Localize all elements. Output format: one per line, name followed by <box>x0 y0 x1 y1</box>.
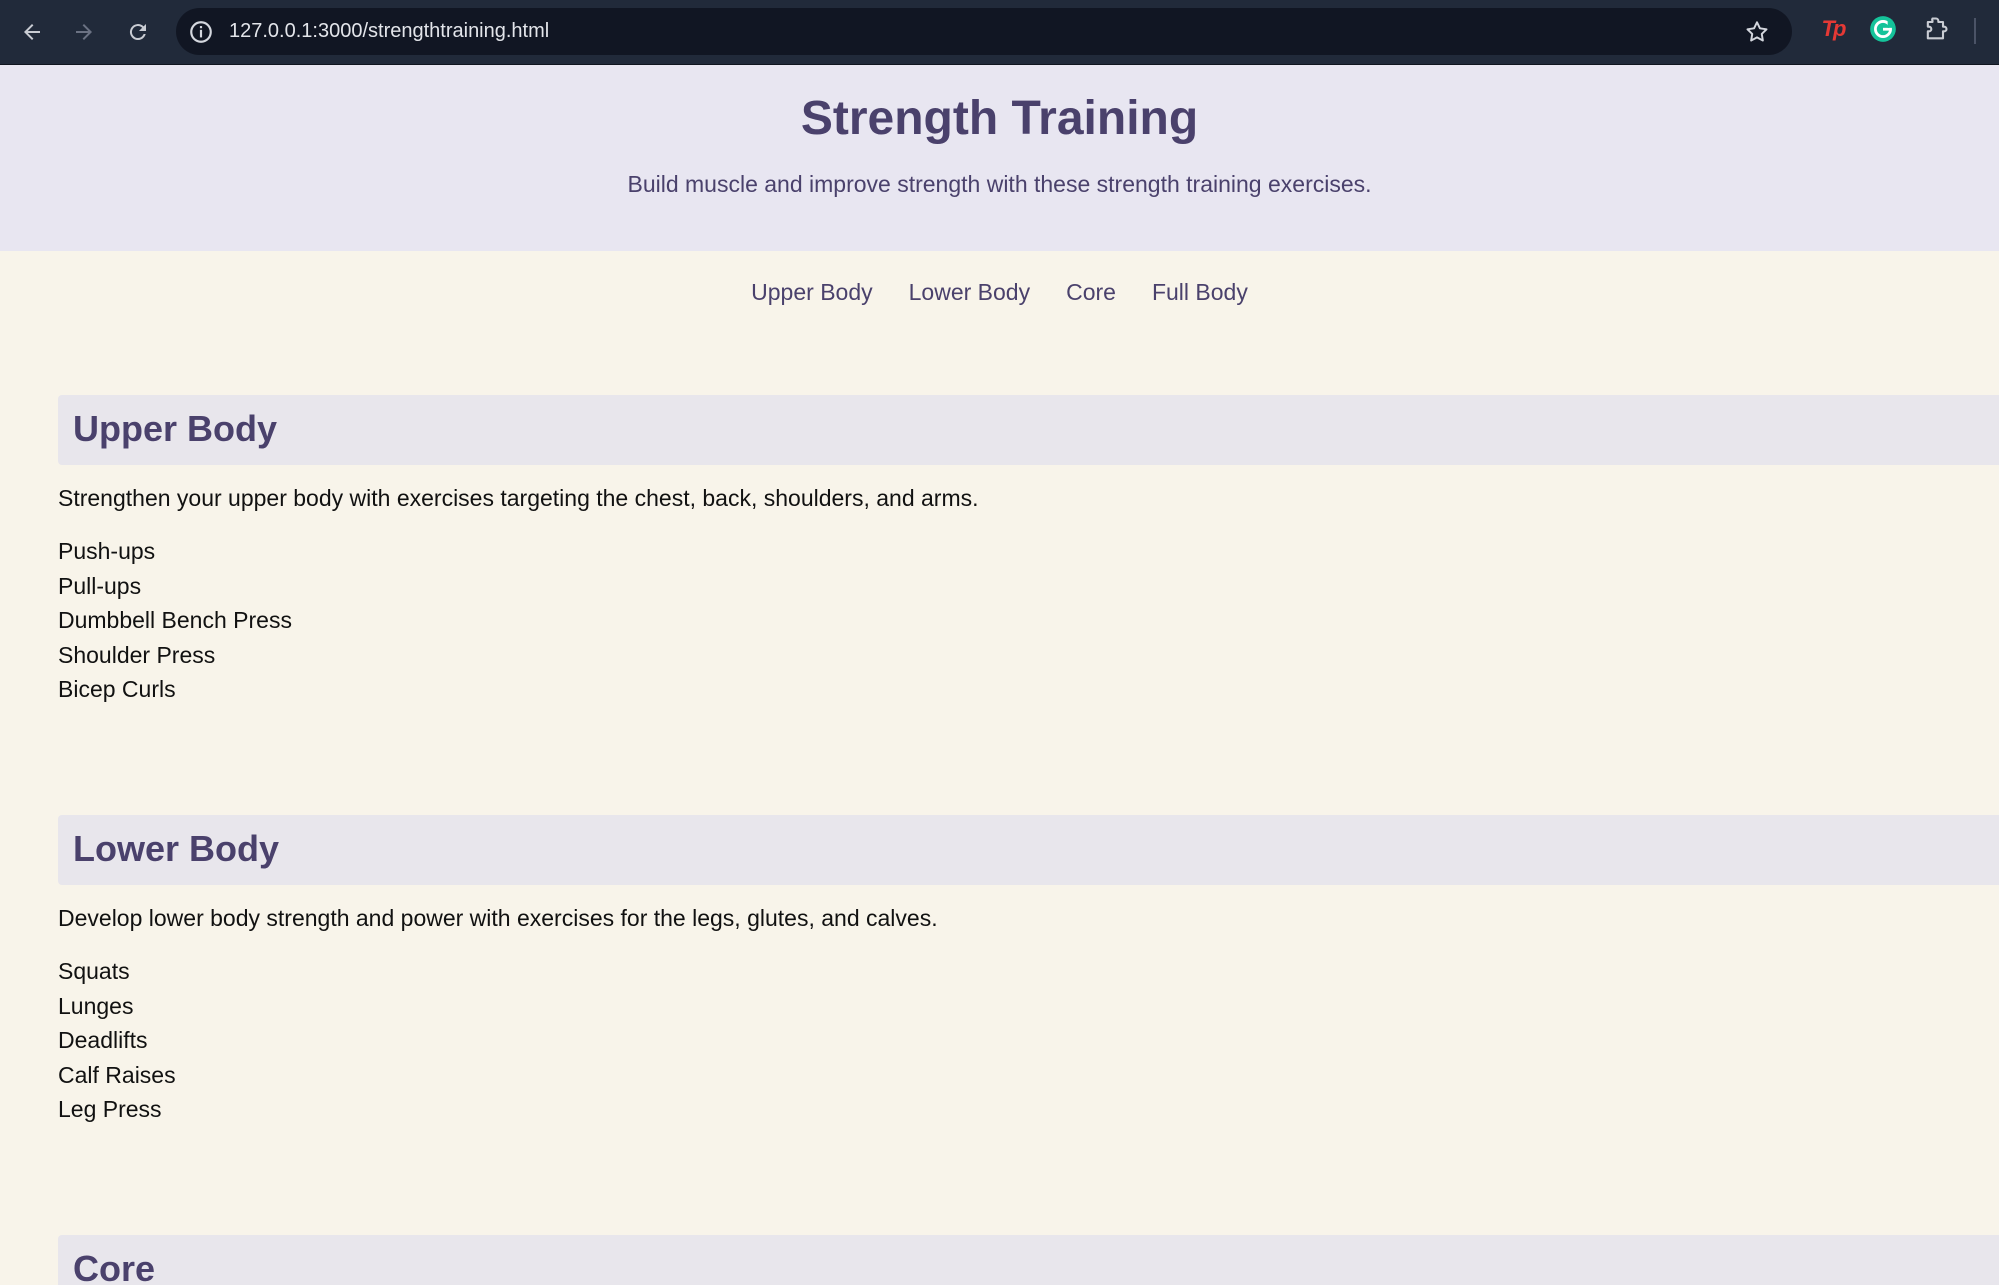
section-header: Lower Body <box>58 815 1999 885</box>
section-core: Core <box>58 1235 1999 1285</box>
section-header: Core <box>58 1235 1999 1285</box>
exercise-list: Squats Lunges Deadlifts Calf Raises Leg … <box>58 954 176 1127</box>
section-nav: Upper Body Lower Body Core Full Body <box>0 279 1999 306</box>
list-item: Calf Raises <box>58 1061 176 1088</box>
grammarly-icon[interactable] <box>1868 14 1898 44</box>
list-item: Lunges <box>58 992 134 1019</box>
list-item: Shoulder Press <box>58 641 216 668</box>
section-heading: Core <box>73 1248 156 1285</box>
section-heading: Upper Body <box>73 408 278 449</box>
section-heading: Lower Body <box>73 828 280 869</box>
section-upper-body: Upper Body Strengthen your upper body wi… <box>58 395 1999 715</box>
back-button[interactable] <box>12 12 52 52</box>
section-header: Upper Body <box>58 395 1999 465</box>
reload-button[interactable] <box>118 12 158 52</box>
list-item: Leg Press <box>58 1096 162 1122</box>
nav-link-upper-body[interactable]: Upper Body <box>751 279 872 306</box>
nav-link-full-body[interactable]: Full Body <box>1152 279 1248 306</box>
address-bar[interactable]: 127.0.0.1:3000/strengthtraining.html <box>176 8 1792 55</box>
list-item: Bicep Curls <box>58 676 176 702</box>
url-text[interactable]: 127.0.0.1:3000/strengthtraining.html <box>229 8 549 55</box>
page-subtitle: Build muscle and improve strength with t… <box>627 171 1372 197</box>
page-title: Strength Training <box>800 92 1199 145</box>
section-lower-body: Lower Body Develop lower body strength a… <box>58 815 1999 1135</box>
puzzle-icon[interactable] <box>1920 14 1952 44</box>
section-description: Strengthen your upper body with exercise… <box>58 485 979 511</box>
page-header: Strength Training Build muscle and impro… <box>0 65 1999 251</box>
reload-icon <box>129 24 146 41</box>
list-item: Dumbbell Bench Press <box>58 607 292 633</box>
info-icon[interactable] <box>188 19 214 45</box>
list-item: Deadlifts <box>58 1027 148 1053</box>
list-item: Pull-ups <box>58 572 142 599</box>
list-item: Push-ups <box>58 538 156 564</box>
forward-arrow-icon <box>76 24 92 40</box>
browser-toolbar: 127.0.0.1:3000/strengthtraining.html Tp <box>0 0 1999 65</box>
forward-button[interactable] <box>64 12 104 52</box>
section-description: Develop lower body strength and power wi… <box>58 905 938 931</box>
star-icon[interactable] <box>1744 19 1770 45</box>
nav-link-core[interactable]: Core <box>1066 279 1116 306</box>
toolbar-divider <box>1974 18 1976 44</box>
list-item: Squats <box>58 958 130 984</box>
exercise-list: Push-ups Pull-ups Dumbbell Bench Press S… <box>58 534 292 707</box>
back-arrow-icon <box>24 24 40 40</box>
tp-extension-icon[interactable]: Tp <box>1818 14 1848 44</box>
nav-link-lower-body[interactable]: Lower Body <box>909 279 1030 306</box>
